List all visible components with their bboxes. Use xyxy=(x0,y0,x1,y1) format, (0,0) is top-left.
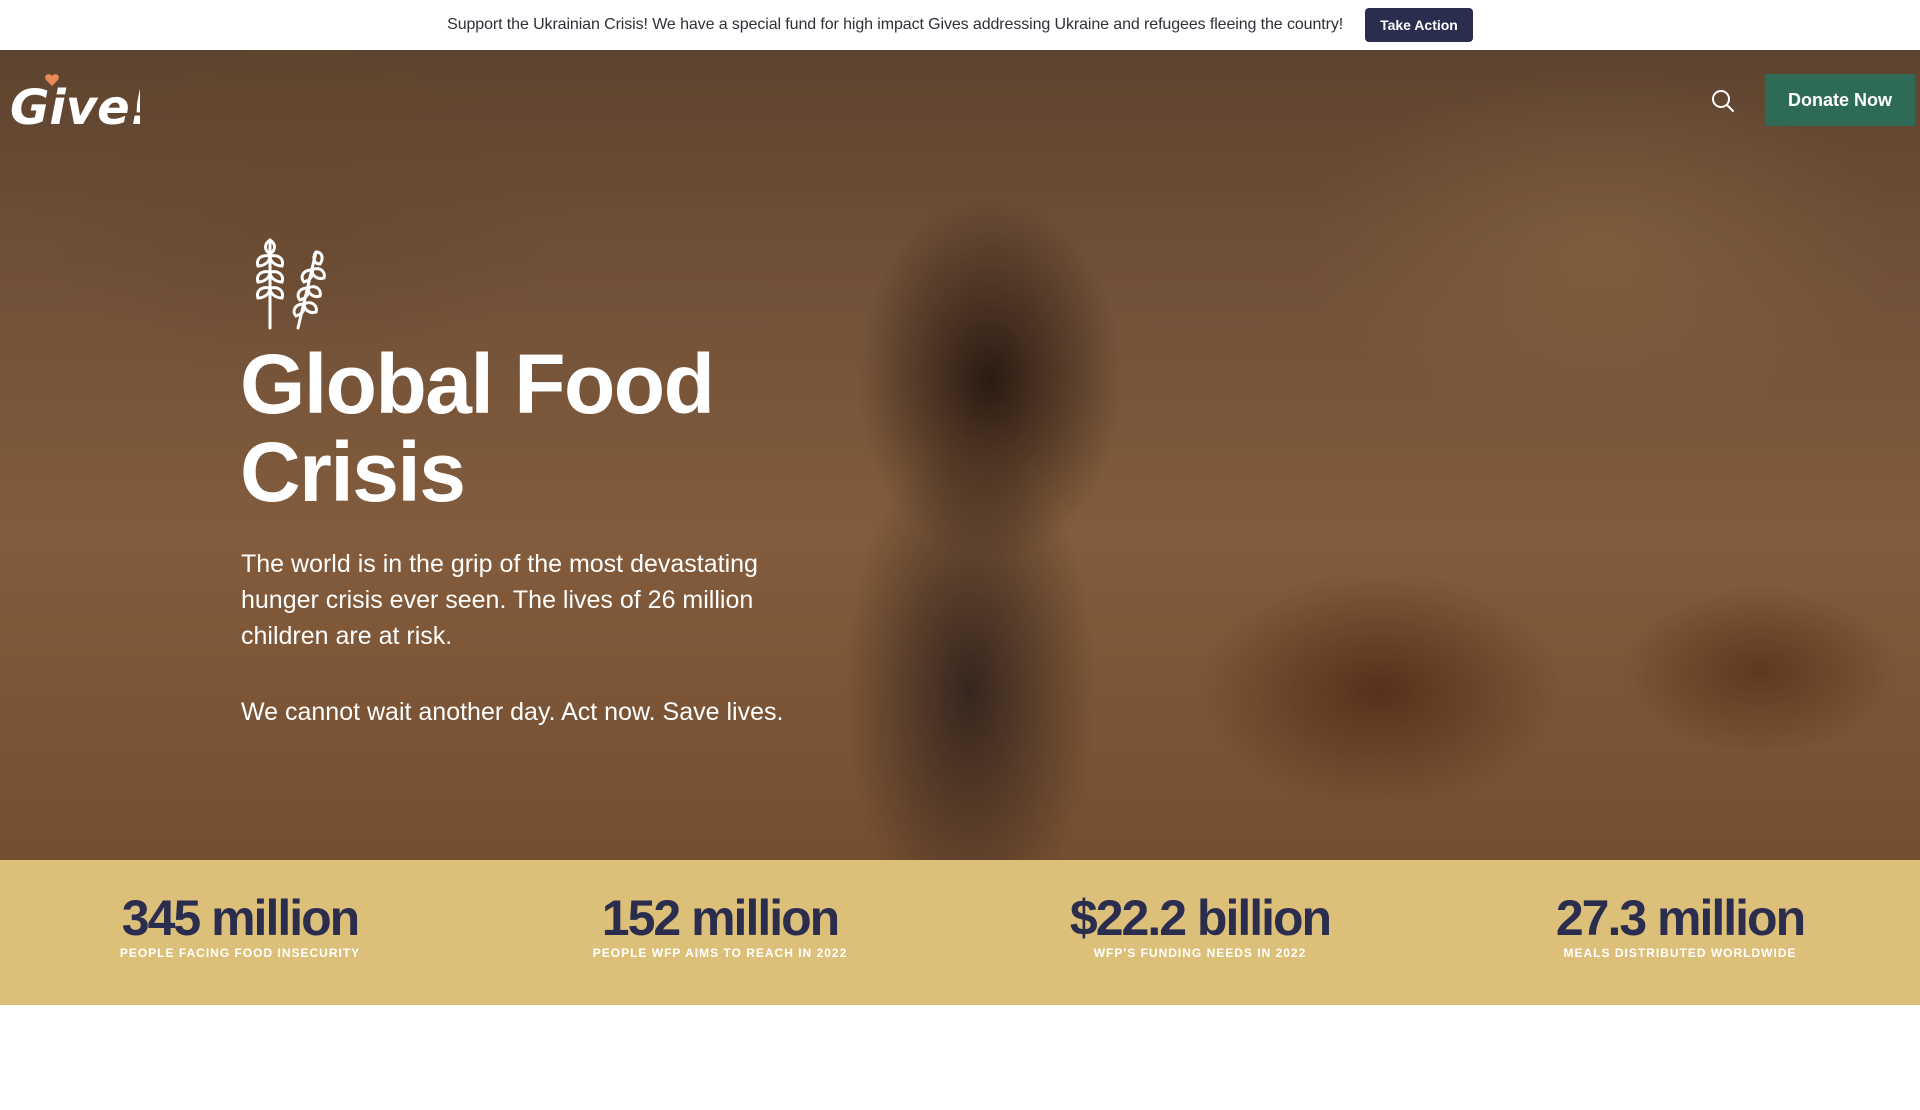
site-header: Give! Donate Now xyxy=(0,50,1920,150)
logo-graphic: Give! xyxy=(10,74,152,136)
announcement-banner: Support the Ukrainian Crisis! We have a … xyxy=(0,0,1920,50)
logo-wordmark: Give! xyxy=(10,80,140,136)
stat-label: PEOPLE FACING FOOD INSECURITY xyxy=(119,946,361,960)
content-section xyxy=(0,1005,1920,1110)
stat-value: 152 million xyxy=(601,890,840,946)
wheat-icon xyxy=(246,230,336,330)
hero-call-to-action: We cannot wait another day. Act now. Sav… xyxy=(241,698,784,726)
stat-label: PEOPLE WFP AIMS TO REACH IN 2022 xyxy=(592,946,848,960)
search-icon[interactable] xyxy=(1710,88,1736,114)
stat-value: 27.3 million xyxy=(1555,890,1806,946)
banner-text: Support the Ukrainian Crisis! We have a … xyxy=(447,16,1344,33)
stat-label: MEALS DISTRIBUTED WORLDWIDE xyxy=(1563,946,1797,960)
title-line-1: Global Food xyxy=(240,337,715,431)
page-title: Global Food Crisis xyxy=(240,340,860,516)
title-line-2: Crisis xyxy=(240,425,466,519)
stat-item: 345 million PEOPLE FACING FOOD INSECURIT… xyxy=(0,860,480,1005)
take-action-button[interactable]: Take Action xyxy=(1365,8,1473,42)
stat-item: $22.2 billion WFP'S FUNDING NEEDS IN 202… xyxy=(960,860,1440,1005)
give-logo[interactable]: Give! xyxy=(10,68,152,138)
stat-label: WFP'S FUNDING NEEDS IN 2022 xyxy=(1093,946,1307,960)
stats-band: 345 million PEOPLE FACING FOOD INSECURIT… xyxy=(0,860,1920,1005)
stat-item: 152 million PEOPLE WFP AIMS TO REACH IN … xyxy=(480,860,960,1005)
stat-value: 345 million xyxy=(121,890,360,946)
hero-description: The world is in the grip of the most dev… xyxy=(241,550,758,650)
donate-now-button[interactable]: Donate Now xyxy=(1765,74,1915,126)
stat-item: 27.3 million MEALS DISTRIBUTED WORLDWIDE xyxy=(1440,860,1920,1005)
stat-value: $22.2 billion xyxy=(1069,890,1332,946)
